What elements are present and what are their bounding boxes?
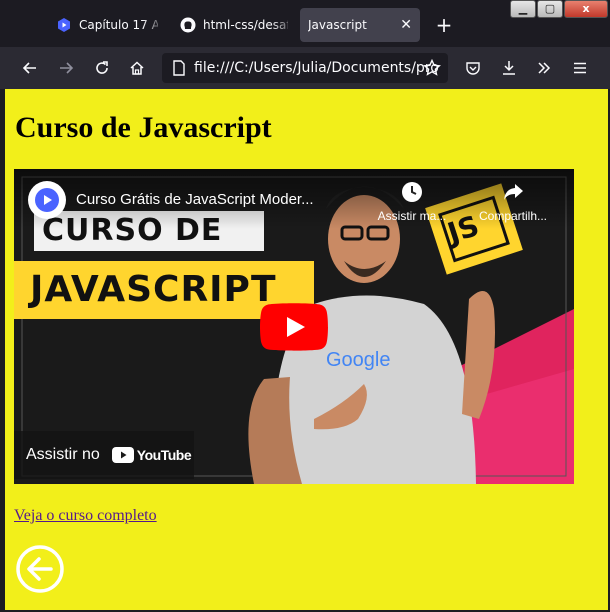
new-tab-button[interactable]: + bbox=[432, 12, 456, 38]
play-button[interactable] bbox=[260, 303, 328, 351]
close-tab-icon[interactable]: ✕ bbox=[400, 17, 412, 33]
home-icon bbox=[130, 61, 144, 75]
chevrons-right-icon bbox=[538, 62, 551, 74]
share-icon bbox=[504, 184, 523, 200]
back-arrow-circle-icon[interactable] bbox=[15, 544, 65, 594]
full-course-link[interactable]: Veja o curso completo bbox=[14, 507, 157, 525]
youtube-wordmark: YouTube bbox=[136, 447, 192, 463]
window-controls: ▁ ▢ x bbox=[509, 0, 608, 20]
url-text: file:///C:/Users/Julia/Documents/pro bbox=[194, 60, 439, 76]
reload-icon bbox=[96, 61, 108, 74]
video-title[interactable]: Curso Grátis de JavaScript Moder... bbox=[76, 191, 376, 208]
clock-icon bbox=[402, 182, 422, 202]
watch-later-button[interactable]: Assistir ma... bbox=[372, 181, 452, 223]
pocket-icon bbox=[466, 62, 480, 75]
tab-bar: Capítulo 17 Aula html-css/desafio Javasc… bbox=[0, 0, 610, 47]
channel-avatar[interactable] bbox=[28, 181, 66, 219]
share-label: Compartilh... bbox=[478, 209, 548, 223]
maximize-button[interactable]: ▢ bbox=[537, 0, 563, 18]
navigation-toolbar: file:///C:/Users/Julia/Documents/pro bbox=[0, 47, 610, 89]
download-icon bbox=[503, 61, 515, 75]
tab-capitulo[interactable]: Capítulo 17 Aula bbox=[48, 8, 166, 42]
tab-label: Javascript bbox=[308, 18, 367, 32]
forward-arrow-icon bbox=[60, 62, 74, 74]
forward-button[interactable] bbox=[52, 54, 80, 82]
tab-github[interactable]: html-css/desafio bbox=[172, 8, 296, 42]
downloads-button[interactable] bbox=[495, 54, 523, 82]
home-button[interactable] bbox=[123, 54, 151, 82]
page-title: Curso de Javascript bbox=[15, 111, 272, 144]
hamburger-icon bbox=[574, 62, 586, 74]
share-button[interactable]: Compartilh... bbox=[470, 181, 556, 223]
watch-later-label: Assistir ma... bbox=[377, 209, 447, 223]
back-arrow-icon bbox=[22, 62, 36, 74]
close-window-button[interactable]: x bbox=[564, 0, 608, 18]
github-icon bbox=[180, 17, 196, 33]
tab-label: Capítulo 17 Aula bbox=[79, 18, 158, 32]
watch-on-youtube-button[interactable]: Assistir no YouTube bbox=[14, 431, 194, 479]
tab-javascript[interactable]: Javascript ✕ bbox=[300, 8, 420, 42]
pocket-button[interactable] bbox=[459, 54, 487, 82]
channel-logo-icon bbox=[35, 188, 59, 212]
youtube-play-icon bbox=[111, 447, 134, 463]
bookmark-button[interactable] bbox=[418, 54, 446, 82]
minimize-button[interactable]: ▁ bbox=[510, 0, 536, 18]
video-player-icon bbox=[58, 18, 70, 32]
shirt-logo-text: Google bbox=[326, 349, 391, 371]
reload-button[interactable] bbox=[88, 54, 116, 82]
youtube-embed[interactable]: CURSO DE JAVASCRIPT JS Google Curso Grát… bbox=[14, 169, 574, 484]
star-icon bbox=[423, 59, 441, 76]
file-icon bbox=[173, 60, 185, 76]
menu-button[interactable] bbox=[566, 54, 594, 82]
address-bar[interactable]: file:///C:/Users/Julia/Documents/pro bbox=[162, 53, 448, 83]
back-button[interactable] bbox=[16, 54, 44, 82]
watch-on-label: Assistir no bbox=[26, 446, 100, 463]
more-tools-button[interactable] bbox=[530, 54, 558, 82]
page-body: Curso de Javascript CURSO DE JAVASCRIPT bbox=[5, 89, 608, 610]
tab-label: html-css/desafio bbox=[203, 18, 288, 32]
youtube-logo: YouTube bbox=[111, 447, 192, 463]
